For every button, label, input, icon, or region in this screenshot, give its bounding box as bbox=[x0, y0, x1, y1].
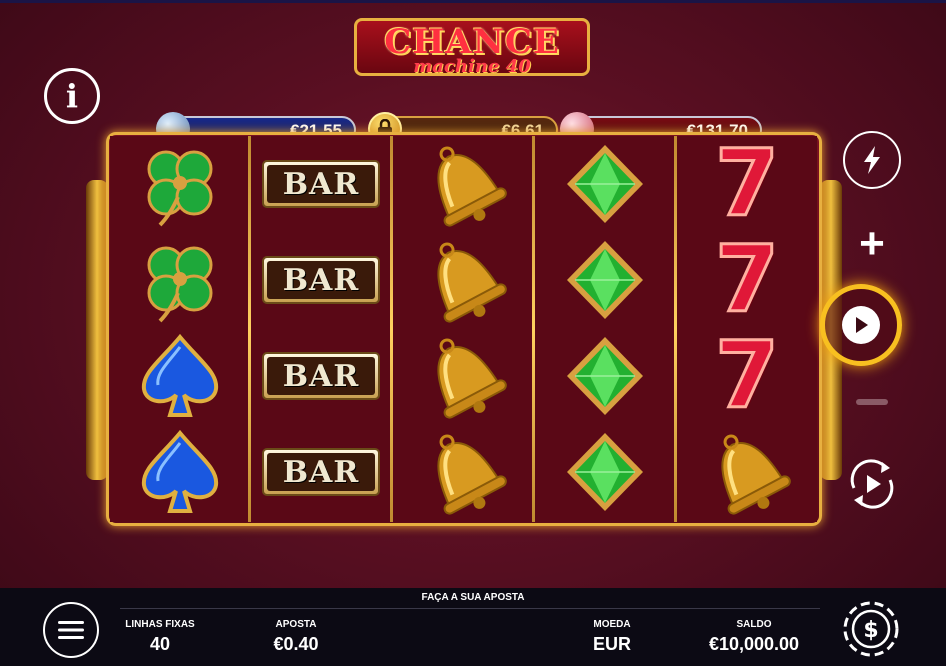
spade-icon bbox=[130, 429, 230, 515]
seven-symbol: 7 bbox=[713, 322, 780, 429]
menu-button[interactable] bbox=[43, 602, 99, 658]
seven-symbol: 7 bbox=[713, 226, 780, 333]
spin-button[interactable] bbox=[820, 284, 902, 366]
bar-symbol: BAR bbox=[262, 256, 380, 304]
info-button[interactable]: i bbox=[44, 68, 100, 124]
balance-value: €10,000.00 bbox=[708, 634, 800, 654]
bell-icon bbox=[697, 429, 797, 515]
diamond-icon bbox=[555, 141, 655, 227]
bet-settings-button[interactable]: $ bbox=[842, 600, 900, 658]
bet-value[interactable]: €0.40 bbox=[256, 634, 336, 655]
balance-label: SALDO bbox=[736, 619, 772, 630]
reel-divider bbox=[532, 136, 535, 522]
frame-left-glow bbox=[86, 180, 108, 480]
bar-label: BAR bbox=[267, 165, 375, 203]
seven-symbol: 7 bbox=[713, 130, 780, 237]
bottom-divider bbox=[120, 608, 820, 609]
svg-text:$: $ bbox=[863, 618, 878, 643]
currency-value: EUR bbox=[592, 634, 631, 654]
bar-label: BAR bbox=[267, 357, 375, 395]
autoplay-icon bbox=[850, 459, 894, 509]
bet-label: APOSTA bbox=[275, 619, 317, 630]
game-logo: CHANCE machine 40 bbox=[354, 18, 590, 77]
bet-prompt: FAÇA A SUA APOSTA bbox=[421, 592, 525, 603]
autoplay-button[interactable] bbox=[842, 454, 902, 514]
bell-icon bbox=[413, 141, 513, 227]
bell-icon bbox=[413, 333, 513, 419]
logo-subtitle: machine 40 bbox=[413, 56, 531, 77]
diamond-icon bbox=[555, 333, 655, 419]
decrease-bet-button[interactable] bbox=[856, 399, 888, 405]
bell-icon bbox=[413, 429, 513, 515]
reel-divider bbox=[390, 136, 393, 522]
bell-icon bbox=[413, 237, 513, 323]
clover-icon bbox=[130, 237, 230, 323]
bar-symbol: BAR bbox=[262, 160, 380, 208]
lines-value: 40 bbox=[149, 634, 171, 654]
play-icon bbox=[842, 306, 880, 344]
reel-divider bbox=[248, 136, 251, 522]
clover-icon bbox=[130, 141, 230, 227]
hamburger-icon bbox=[58, 621, 84, 639]
lightning-icon bbox=[864, 146, 880, 174]
turbo-button[interactable] bbox=[843, 131, 901, 189]
bar-symbol: BAR bbox=[262, 352, 380, 400]
casino-chip-icon: $ bbox=[843, 601, 899, 657]
diamond-icon bbox=[555, 429, 655, 515]
lines-label: LINHAS FIXAS bbox=[125, 619, 195, 630]
increase-bet-button[interactable]: + bbox=[852, 222, 892, 266]
info-icon: i bbox=[65, 77, 79, 115]
spade-icon bbox=[130, 333, 230, 419]
currency-label: MOEDA bbox=[593, 619, 631, 630]
bar-symbol: BAR bbox=[262, 448, 380, 496]
bar-label: BAR bbox=[267, 261, 375, 299]
top-edge bbox=[0, 0, 946, 3]
reel-divider bbox=[674, 136, 677, 522]
diamond-icon bbox=[555, 237, 655, 323]
bar-label: BAR bbox=[267, 453, 375, 491]
